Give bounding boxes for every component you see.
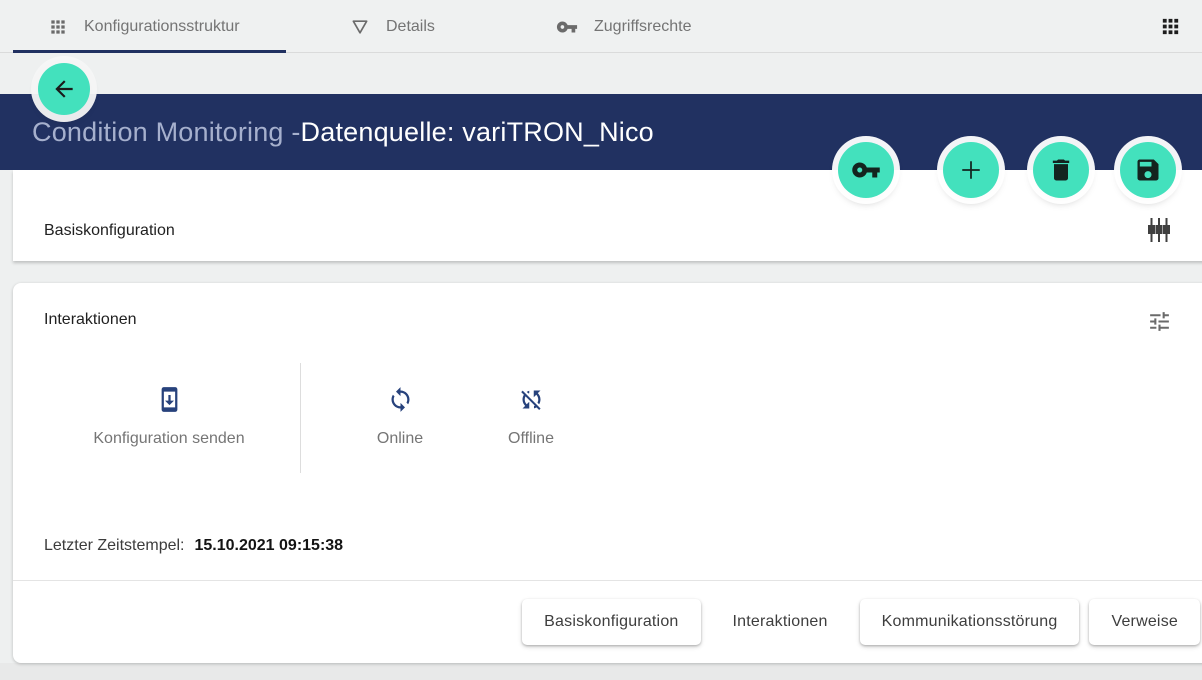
page-title-main: Datenquelle: variTRON_Nico [301,117,654,148]
sync-disabled-icon [518,386,545,413]
apps-grid-icon [48,17,68,37]
access-rights-button[interactable] [838,142,894,198]
card-title: Interaktionen [44,311,137,329]
action-label: Konfiguration senden [93,430,244,448]
online-button[interactable]: Online [335,378,465,474]
action-label: Online [377,430,423,448]
delete-button[interactable] [1033,142,1089,198]
action-label: Offline [508,430,554,448]
tab-zugriffsrechte[interactable]: Zugriffsrechte [556,0,692,53]
plus-icon [956,155,986,185]
timestamp-label: Letzter Zeitstempel: [44,537,185,554]
vertical-sliders-icon[interactable] [1146,216,1172,244]
tab-label: Konfigurationsstruktur [84,18,240,36]
section-nav-footer: Basiskonfiguration Interaktionen Kommuni… [13,580,1202,663]
trash-icon [1047,156,1075,184]
divider [300,363,301,473]
konfiguration-senden-button[interactable]: Konfiguration senden [44,378,294,474]
last-timestamp: Letzter Zeitstempel: 15.10.2021 09:15:38 [44,537,343,555]
save-icon [1134,156,1162,184]
tab-konfigurationsstruktur[interactable]: Konfigurationsstruktur [48,0,240,53]
arrow-back-icon [51,76,77,102]
sync-icon [387,386,414,413]
tune-sliders-icon[interactable] [1147,309,1172,334]
interaktionen-card: Interaktionen Konfiguration senden Onlin… [13,283,1202,663]
send-config-icon [156,386,183,413]
back-button[interactable] [38,63,90,115]
basiskonfiguration-section: Basiskonfiguration [13,170,1202,261]
footer-button-interaktionen[interactable]: Interaktionen [729,599,832,645]
tab-bar: Konfigurationsstruktur Details Zugriffsr… [0,0,1202,53]
key-icon [556,16,578,38]
offline-button[interactable]: Offline [466,378,596,474]
tab-label: Zugriffsrechte [594,18,692,36]
save-button[interactable] [1120,142,1176,198]
section-title: Basiskonfiguration [44,222,175,240]
filter-icon [350,17,370,37]
active-tab-indicator [13,50,286,53]
bottom-strip [0,663,1202,680]
tab-details[interactable]: Details [350,0,435,53]
key-icon [851,155,881,185]
page-header: Condition Monitoring - Datenquelle: vari… [0,94,1202,170]
page-title-prefix: Condition Monitoring - [32,117,301,148]
tab-label: Details [386,18,435,36]
page-title: Condition Monitoring - Datenquelle: vari… [32,94,654,170]
timestamp-value: 15.10.2021 09:15:38 [195,537,344,554]
apps-grid-icon[interactable] [1159,15,1182,38]
footer-button-kommunikationsstoerung[interactable]: Kommunikationsstörung [860,599,1080,645]
footer-button-basiskonfiguration[interactable]: Basiskonfiguration [522,599,700,645]
add-button[interactable] [943,142,999,198]
footer-button-verweise[interactable]: Verweise [1089,599,1200,645]
